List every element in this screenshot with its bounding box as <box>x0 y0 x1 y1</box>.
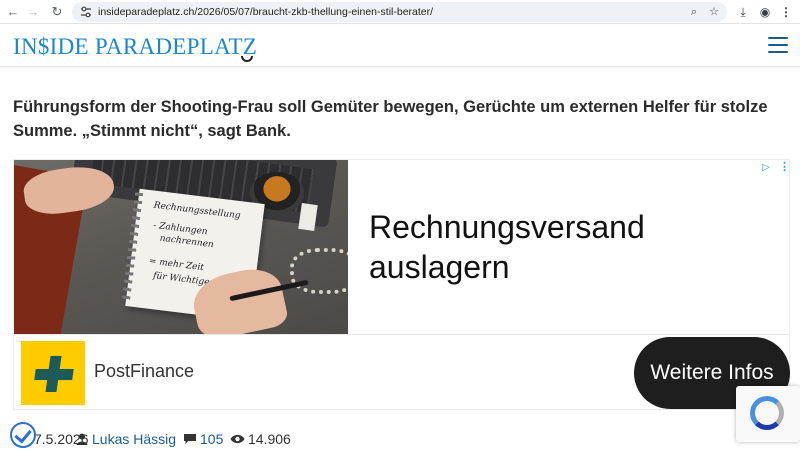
ad-headline-line: Rechnungsversand <box>369 209 645 245</box>
forward-arrow-icon[interactable]: → <box>24 3 42 21</box>
hamburger-menu-icon[interactable] <box>768 37 788 53</box>
ad-headline[interactable]: Rechnungsversand auslagern <box>369 207 645 287</box>
cable-shape <box>290 248 348 294</box>
ad-brand-row: PostFinance Weitere Infos <box>14 334 790 410</box>
ad-options-icon[interactable]: ⋮ <box>779 162 790 174</box>
verified-check-icon[interactable] <box>10 422 36 448</box>
notebook-line: Rechnungsstellung <box>153 200 242 222</box>
ad-brand-name[interactable]: PostFinance <box>94 361 194 382</box>
site-header: IN$IDE PARADEPLATZ <box>0 25 800 67</box>
profile-icon[interactable]: ◉ <box>757 4 773 20</box>
back-arrow-icon[interactable]: ← <box>4 3 22 21</box>
advertisement[interactable]: Rechnungsstellung - Zahlungen nachrennen… <box>13 159 790 410</box>
user-icon <box>76 433 88 445</box>
eye-icon <box>230 434 245 444</box>
reload-icon[interactable]: ↻ <box>48 3 66 21</box>
comment-icon <box>184 434 196 444</box>
browser-toolbar: ← → ↻ insideparadeplatz.ch/2026/05/07/br… <box>0 0 800 24</box>
address-bar[interactable]: insideparadeplatz.ch/2026/05/07/braucht-… <box>72 2 727 22</box>
author-link[interactable]: Lukas Hässig <box>92 428 176 450</box>
bookmark-star-icon[interactable]: ☆ <box>707 5 721 19</box>
ad-headline-line: auslagern <box>369 249 510 285</box>
menu-dots-icon[interactable]: ⋮ <box>778 4 794 20</box>
article-lead: Führungsform der Shooting-Frau soll Gemü… <box>13 98 768 140</box>
site-logo[interactable]: IN$IDE PARADEPLATZ <box>13 34 257 60</box>
zoom-icon[interactable]: ⌕ <box>687 5 701 19</box>
article-meta: 7.5.2026 Lukas Hässig 105 14.906 <box>0 428 800 450</box>
comments-count-link[interactable]: 105 <box>200 428 223 450</box>
views-count: 14.906 <box>248 431 291 447</box>
ad-choices-icon[interactable]: ▷ <box>762 163 772 173</box>
headline-overflow <box>235 56 257 68</box>
download-icon[interactable]: ⤓ <box>735 4 751 20</box>
url-text[interactable]: insideparadeplatz.ch/2026/05/07/braucht-… <box>98 5 433 19</box>
ad-image[interactable]: Rechnungsstellung - Zahlungen nachrennen… <box>14 160 348 334</box>
postfinance-logo-icon[interactable] <box>21 341 85 405</box>
eraser-shape <box>298 203 318 231</box>
site-info-icon[interactable] <box>80 6 92 18</box>
recaptcha-icon <box>750 396 784 430</box>
notebook-spiral <box>121 192 144 303</box>
